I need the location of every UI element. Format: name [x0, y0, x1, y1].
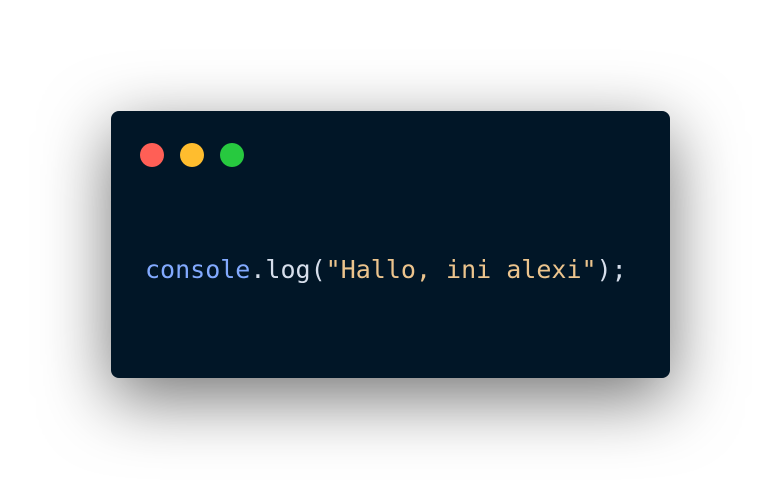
code-window: console.log("Hallo, ini alexi");	[111, 111, 670, 378]
code-dot-token: .	[250, 255, 266, 284]
code-close-paren-token: )	[596, 255, 612, 284]
code-block: console.log("Hallo, ini alexi");	[145, 252, 627, 288]
canvas: console.log("Hallo, ini alexi");	[0, 0, 782, 490]
code-string-token: "Hallo, ini alexi"	[325, 255, 597, 284]
code-object-token: console	[145, 255, 251, 284]
code-open-paren-token: (	[310, 255, 326, 284]
close-button[interactable]	[140, 143, 164, 167]
maximize-button[interactable]	[220, 143, 244, 167]
minimize-button[interactable]	[180, 143, 204, 167]
code-method-token: log	[265, 255, 311, 284]
code-semicolon-token: ;	[611, 255, 627, 284]
window-controls	[140, 143, 244, 167]
